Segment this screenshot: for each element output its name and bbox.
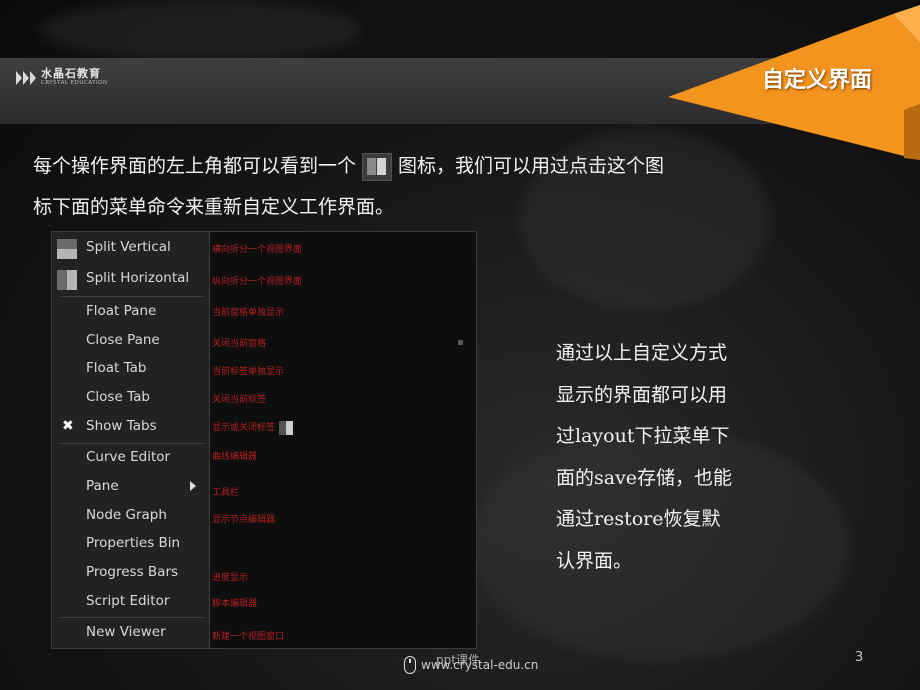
menu-item-curve-editor[interactable]: Curve Editor bbox=[52, 446, 209, 470]
menu-annotation: 脚本编辑器 bbox=[212, 599, 258, 609]
menu-annotation-show-tabs: 显示或关闭标签 bbox=[212, 420, 294, 435]
menu-annotation: 当前窗格单独显示 bbox=[212, 308, 285, 318]
footer-url[interactable]: www.crystal-edu.cn bbox=[404, 656, 538, 674]
menu-item-label: Split Vertical bbox=[86, 239, 171, 255]
side-text-line: 通过以上自定义方式 bbox=[556, 342, 728, 364]
menu-item-label: Close Tab bbox=[86, 389, 150, 405]
menu-annotation: 显示节点编辑器 bbox=[212, 515, 276, 525]
menu-item-close-tab[interactable]: Close Tab bbox=[52, 386, 209, 410]
menu-item-label: New Viewer bbox=[86, 624, 166, 640]
side-text-line: 认界面。 bbox=[556, 549, 633, 572]
intro-paragraph: 每个操作界面的左上角都可以看到一个 图标，我们可以用过点击这个图 标下面的菜单命令… bbox=[33, 146, 803, 228]
menu-item-float-tab[interactable]: Float Tab bbox=[52, 357, 209, 381]
side-text-line: 通过restore恢复默 bbox=[556, 508, 721, 530]
pane-menu-icon bbox=[362, 153, 393, 181]
side-text-line: 过layout下拉菜单下 bbox=[556, 425, 730, 447]
side-text-line: 显示的界面都可以用 bbox=[556, 383, 728, 406]
menu-item-float-pane[interactable]: Float Pane bbox=[52, 300, 209, 324]
menu-item-pane[interactable]: Pane bbox=[52, 475, 209, 499]
intro-text: 每个操作界面的左上角都可以看到一个 bbox=[33, 155, 357, 177]
menu-annotation: 进度显示 bbox=[212, 573, 249, 583]
menu-annotation: 新建一个视图窗口 bbox=[212, 632, 285, 642]
split-horizontal-icon bbox=[57, 270, 77, 290]
menu-item-label: Split Horizontal bbox=[86, 270, 190, 286]
menu-separator bbox=[60, 296, 204, 297]
menu-item-properties-bin[interactable]: Properties Bin bbox=[52, 532, 209, 556]
page-number: 3 bbox=[855, 650, 864, 665]
menu-annotation: 显示或关闭标签 bbox=[212, 423, 276, 433]
menu-separator bbox=[60, 617, 204, 618]
menu-item-label: Show Tabs bbox=[86, 418, 157, 434]
mouse-icon bbox=[404, 656, 416, 674]
page-title: 自定义界面 bbox=[762, 67, 873, 93]
side-paragraph: 通过以上自定义方式 显示的界面都可以用 过layout下拉菜单下 面的save存… bbox=[556, 333, 816, 582]
menu-annotation: 曲线编辑器 bbox=[212, 452, 258, 462]
footer-url-text: www.crystal-edu.cn bbox=[421, 658, 539, 672]
menu-item-label: Float Tab bbox=[86, 360, 147, 376]
menu-item-label: Script Editor bbox=[86, 593, 170, 609]
checkmark-icon: ✖ bbox=[62, 418, 74, 434]
intro-text: 图标，我们可以用过点击这个图 bbox=[398, 155, 665, 177]
menu-item-label: Close Pane bbox=[86, 332, 160, 348]
menu-item-label: Progress Bars bbox=[86, 564, 179, 580]
pane-menu-icon bbox=[279, 420, 294, 435]
menu-item-label: Pane bbox=[86, 478, 119, 494]
menu-item-new-viewer[interactable]: New Viewer bbox=[52, 621, 209, 645]
menu-item-show-tabs[interactable]: ✖ Show Tabs bbox=[52, 415, 209, 439]
menu-annotation: 横向拆分一个视图界面 bbox=[212, 245, 303, 255]
menu-annotation: 关闭当前窗格 bbox=[212, 339, 267, 349]
menu-annotation: 纵向拆分一个视图界面 bbox=[212, 277, 303, 287]
viewer-marker bbox=[458, 340, 463, 345]
menu-item-script-editor[interactable]: Script Editor bbox=[52, 590, 209, 614]
menu-item-split-vertical[interactable]: Split Vertical bbox=[52, 236, 209, 260]
context-menu: Split Vertical Split Horizontal Float Pa… bbox=[52, 232, 210, 648]
menu-item-label: Float Pane bbox=[86, 303, 157, 319]
menu-item-node-graph[interactable]: Node Graph bbox=[52, 504, 209, 528]
menu-item-close-pane[interactable]: Close Pane bbox=[52, 329, 209, 353]
menu-annotation: 当前标签单独显示 bbox=[212, 367, 285, 377]
submenu-arrow-icon bbox=[190, 481, 196, 491]
menu-screenshot: Split Vertical Split Horizontal Float Pa… bbox=[51, 231, 477, 649]
intro-text: 标下面的菜单命令来重新自定义工作界面。 bbox=[33, 196, 395, 218]
menu-item-label: Node Graph bbox=[86, 507, 167, 523]
menu-annotation: 工具栏 bbox=[212, 488, 240, 498]
menu-item-split-horizontal[interactable]: Split Horizontal bbox=[52, 267, 209, 291]
menu-item-progress-bars[interactable]: Progress Bars bbox=[52, 561, 209, 585]
menu-annotation: 关闭当前标签 bbox=[212, 395, 267, 405]
side-text-line: 面的save存储，也能 bbox=[556, 466, 733, 489]
menu-separator bbox=[60, 443, 204, 444]
split-vertical-icon bbox=[57, 239, 77, 259]
menu-item-label: Curve Editor bbox=[86, 449, 171, 465]
menu-item-label: Properties Bin bbox=[86, 535, 181, 551]
